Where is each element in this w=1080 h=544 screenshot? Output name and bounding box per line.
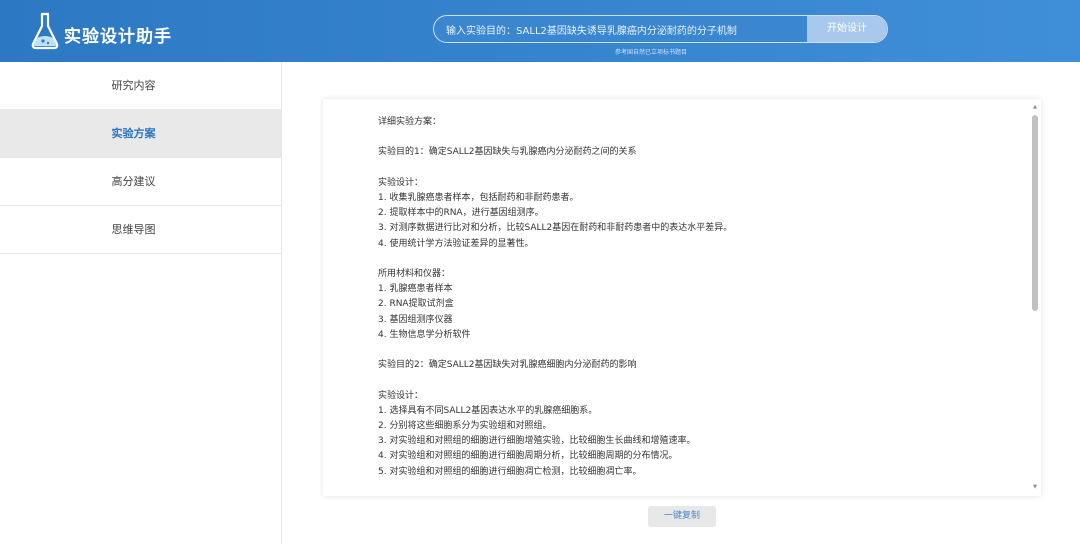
- plan-line: 1. 选择具有不同SALL2基因表达水平的乳腺癌细胞系。: [378, 405, 598, 416]
- plan-line: 3. 对测序数据进行比对和分析，比较SALL2基因在耐药和非耐药患者中的表达水平…: [378, 223, 733, 234]
- plan-line: 1. 乳腺癌患者样本: [378, 284, 453, 295]
- search-input[interactable]: [434, 16, 808, 42]
- sidebar-item-research[interactable]: 研究内容: [0, 62, 281, 110]
- sidebar-item-mindmap[interactable]: 思维导图: [0, 206, 281, 254]
- plan-text: 详细实验方案： 实验目的1：确定SALL2基因缺失与乳腺癌内分泌耐药之间的关系 实验…: [378, 115, 1018, 480]
- plan-line: 2. 提取样本中的RNA，进行基因组测序。: [378, 208, 544, 219]
- plan-line: 4. 生物信息学分析软件: [378, 329, 471, 340]
- app-title: 实验设计助手: [64, 27, 172, 47]
- plan-line: 4. 对实验组和对照组的细胞进行细胞周期分析，比较细胞周期的分布情况。: [378, 451, 678, 462]
- plan-line: 2. RNA提取试剂盒: [378, 299, 454, 310]
- plan-line: 详细实验方案：: [378, 117, 442, 127]
- copy-button[interactable]: 一键复制: [648, 506, 716, 527]
- plan-card: 详细实验方案： 实验目的1：确定SALL2基因缺失与乳腺癌内分泌耐药之间的关系 实验…: [323, 99, 1041, 496]
- search-hint: 参考国自然已立项标书题目: [615, 49, 688, 56]
- search-box: 开始设计: [433, 15, 888, 43]
- flask-icon: [31, 12, 59, 50]
- plan-line: 所用材料和仪器：: [378, 268, 451, 279]
- scroll-up-icon[interactable]: ▲: [1032, 105, 1038, 110]
- sidebar-item-plan[interactable]: 实验方案: [0, 110, 281, 158]
- scrollbar[interactable]: ▲ ▼: [1032, 105, 1038, 490]
- plan-line: 1. 收集乳腺癌患者样本，包括耐药和非耐药患者。: [378, 192, 579, 203]
- plan-line: 4. 使用统计学方法验证差异的显著性。: [378, 238, 534, 249]
- scroll-down-icon[interactable]: ▼: [1032, 485, 1038, 490]
- plan-line: 实验设计：: [378, 390, 424, 401]
- plan-line: 3. 基因组测序仪器: [378, 314, 453, 325]
- plan-line: 5. 对实验组和对照组的细胞进行细胞凋亡检测，比较细胞凋亡率。: [378, 466, 642, 477]
- scroll-thumb[interactable]: [1032, 115, 1038, 311]
- sidebar: 研究内容 实验方案 高分建议 思维导图: [0, 62, 282, 544]
- app-header: 实验设计助手 开始设计 参考国自然已立项标书题目: [0, 0, 1080, 62]
- plan-line: 实验目的2：确定SALL2基因缺失对乳腺癌细胞内分泌耐药的影响: [378, 360, 637, 371]
- sidebar-item-suggestions[interactable]: 高分建议: [0, 158, 281, 206]
- plan-line: 实验设计：: [378, 177, 424, 188]
- start-design-button[interactable]: 开始设计: [807, 16, 887, 42]
- plan-line: 3. 对实验组和对照组的细胞进行细胞增殖实验，比较细胞生长曲线和增殖速率。: [378, 436, 696, 447]
- plan-line: 实验目的1：确定SALL2基因缺失与乳腺癌内分泌耐药之间的关系: [378, 147, 637, 158]
- plan-line: 2. 分别将这些细胞系分为实验组和对照组。: [378, 420, 552, 431]
